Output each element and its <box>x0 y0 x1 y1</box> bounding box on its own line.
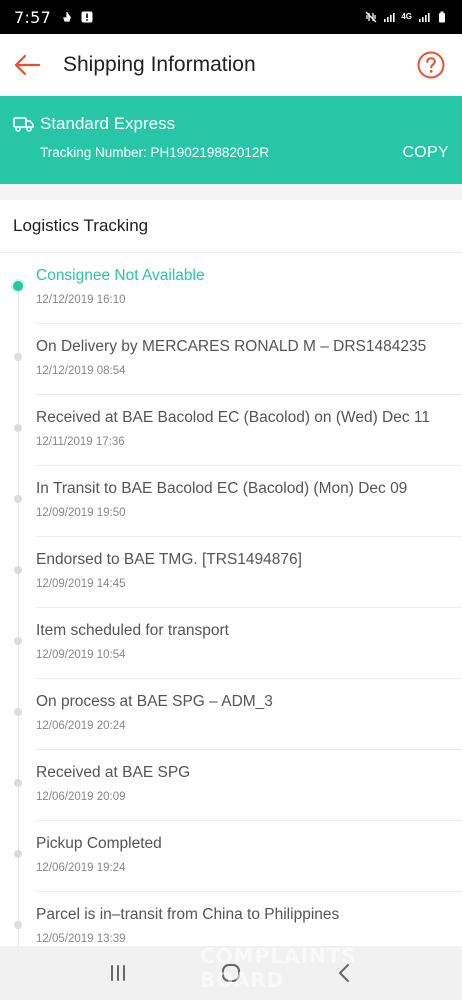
copy-button[interactable]: COPY <box>402 144 449 162</box>
tracking-event: Item scheduled for transport 12/09/2019 … <box>0 608 462 679</box>
vibrate-mute-icon <box>365 11 377 23</box>
event-time: 12/11/2019 17:36 <box>36 436 125 448</box>
status-bar: 7:57 4G <box>0 0 462 34</box>
timeline-dot <box>14 850 22 858</box>
event-title: Parcel is in–transit from China to Phili… <box>36 906 340 923</box>
event-time: 12/12/2019 16:10 <box>36 294 126 306</box>
timeline-dot <box>14 424 22 432</box>
event-title: In Transit to BAE Bacolod EC (Bacolod) (… <box>36 480 408 497</box>
timeline-dot <box>14 779 22 787</box>
tracking-event: On process at BAE SPG – ADM_3 12/06/2019… <box>0 679 462 750</box>
help-icon[interactable] <box>417 51 445 79</box>
back-button[interactable] <box>0 34 54 96</box>
timeline-dot-active <box>13 281 23 291</box>
status-time: 7:57 <box>14 7 52 27</box>
event-time: 12/05/2019 13:39 <box>36 933 126 945</box>
tracking-event: Received at BAE Bacolod EC (Bacolod) on … <box>0 395 462 466</box>
arrow-left-icon <box>14 54 41 76</box>
truck-icon <box>13 117 34 132</box>
shipping-card: Standard Express Tracking Number: PH1902… <box>0 96 462 184</box>
signal-4g-icon <box>419 13 430 22</box>
boat-notification-icon <box>63 12 72 22</box>
recent-apps-icon <box>111 965 126 981</box>
signal-icon <box>384 13 395 22</box>
section-heading: Logistics Tracking <box>0 200 462 253</box>
event-time: 12/06/2019 20:09 <box>36 791 126 803</box>
timeline-dot <box>14 708 22 716</box>
timeline-dot <box>14 353 22 361</box>
event-time: 12/09/2019 14:45 <box>36 578 126 590</box>
event-title: Pickup Completed <box>36 835 162 852</box>
event-list: Consignee Not Available 12/12/2019 16:10… <box>0 253 462 946</box>
event-title: On process at BAE SPG – ADM_3 <box>36 693 273 710</box>
tracking-event: Endorsed to BAE TMG. [TRS1494876] 12/09/… <box>0 537 462 608</box>
event-title: Received at BAE SPG <box>36 764 191 781</box>
tracking-event: Parcel is in–transit from China to Phili… <box>0 892 462 946</box>
event-time: 12/09/2019 19:50 <box>36 507 126 519</box>
event-time: 12/06/2019 19:24 <box>36 862 126 874</box>
tracking-number: Tracking Number: PH190219882012R <box>40 145 270 160</box>
tracking-event: On Delivery by MERCARES RONALD M – DRS14… <box>0 324 462 395</box>
logistics-panel: Logistics Tracking Consignee Not Availab… <box>0 200 462 946</box>
event-time: 12/06/2019 20:24 <box>36 720 126 732</box>
shipping-service-name: Standard Express <box>40 114 176 133</box>
alert-notification-icon <box>81 11 93 23</box>
page-title: Shipping Information <box>63 53 256 76</box>
recent-apps-button[interactable] <box>104 959 132 987</box>
tracking-event: Consignee Not Available 12/12/2019 16:10 <box>0 253 462 324</box>
timeline-dot <box>14 637 22 645</box>
timeline-dot <box>14 921 22 929</box>
event-time: 12/12/2019 08:54 <box>36 365 126 377</box>
timeline-dot <box>14 495 22 503</box>
tracking-event: Received at BAE SPG 12/06/2019 20:09 <box>0 750 462 821</box>
timeline-dot <box>14 566 22 574</box>
app-bar: Shipping Information <box>0 34 462 96</box>
event-title: Item scheduled for transport <box>36 622 229 639</box>
event-title: Received at BAE Bacolod EC (Bacolod) on … <box>36 409 431 426</box>
event-title: On Delivery by MERCARES RONALD M – DRS14… <box>36 338 427 355</box>
event-title: Endorsed to BAE TMG. [TRS1494876] <box>36 551 302 568</box>
event-time: 12/09/2019 10:54 <box>36 649 126 661</box>
battery-icon <box>439 11 445 23</box>
tracking-event: Pickup Completed 12/06/2019 19:24 <box>0 821 462 892</box>
tracking-event: In Transit to BAE Bacolod EC (Bacolod) (… <box>0 466 462 537</box>
network-type-label: 4G <box>401 12 412 21</box>
event-title: Consignee Not Available <box>36 267 205 284</box>
watermark-logo: COMPLAINTS BOARD <box>200 944 357 992</box>
